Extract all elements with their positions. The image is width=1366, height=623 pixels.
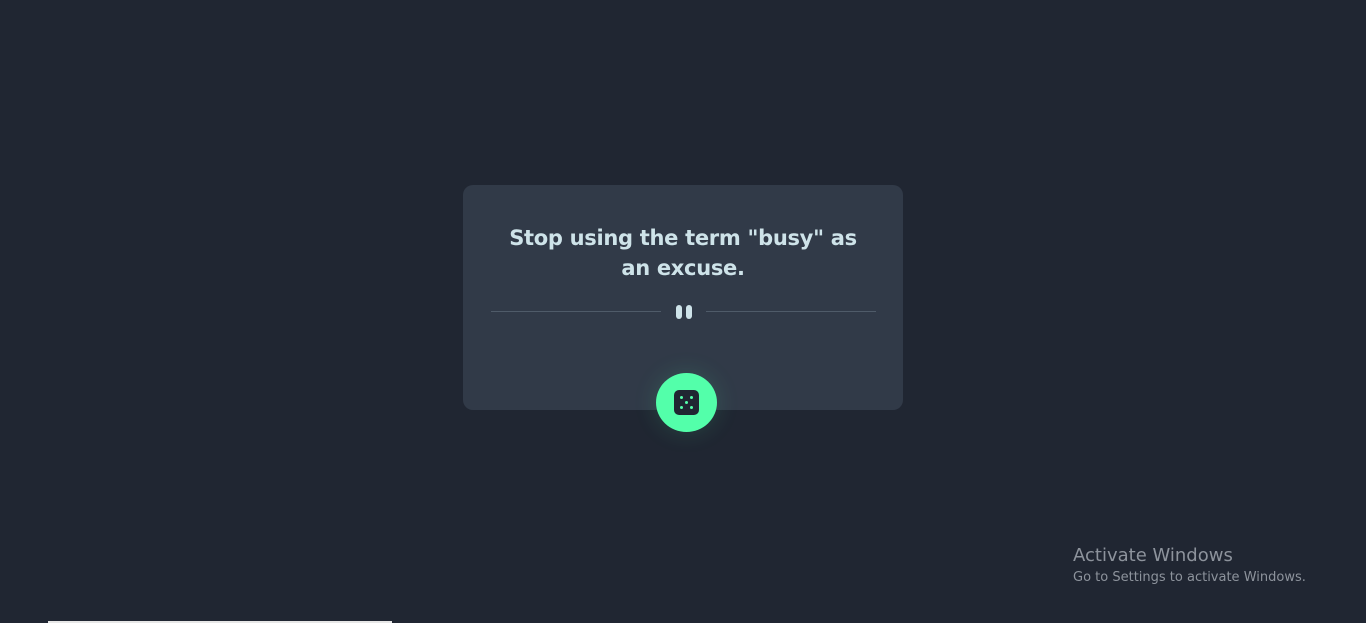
page: Stop using the term "busy" as an excuse.… bbox=[0, 0, 1366, 623]
dice-pip bbox=[685, 401, 688, 404]
divider-line-right bbox=[706, 311, 876, 312]
dice-pip bbox=[680, 406, 683, 409]
divider bbox=[491, 304, 876, 320]
watermark-title: Activate Windows bbox=[1073, 545, 1233, 566]
activate-windows-watermark: Activate Windows Go to Settings to activ… bbox=[1073, 544, 1306, 588]
watermark-subtitle: Go to Settings to activate Windows. bbox=[1073, 570, 1306, 585]
dice-pip bbox=[690, 406, 693, 409]
dice-pip bbox=[680, 396, 683, 399]
dice-icon bbox=[674, 390, 699, 415]
pause-bar-left bbox=[676, 305, 682, 319]
dice-pip bbox=[690, 396, 693, 399]
divider-line-left bbox=[491, 311, 661, 312]
advice-quote: Stop using the term "busy" as an excuse. bbox=[509, 226, 857, 280]
generate-advice-button[interactable] bbox=[656, 373, 717, 432]
pause-icon bbox=[674, 304, 694, 320]
pause-bar-right bbox=[686, 305, 692, 319]
